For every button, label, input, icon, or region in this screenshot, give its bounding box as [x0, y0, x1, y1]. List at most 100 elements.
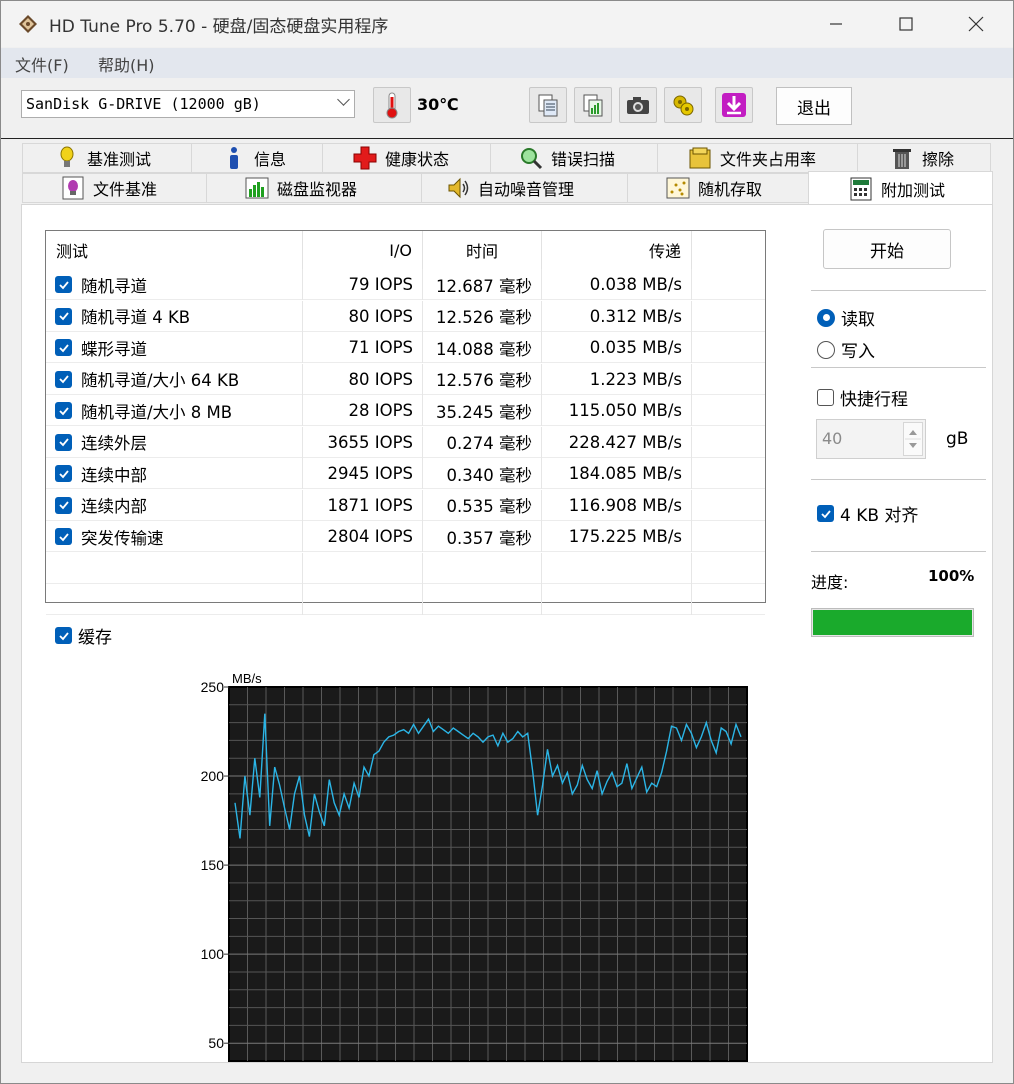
- read-radio[interactable]: 读取: [817, 305, 875, 330]
- copy-text-button[interactable]: [529, 87, 567, 123]
- test-name: 随机寻道/大小 8 MB: [81, 402, 233, 422]
- speaker-icon: [446, 176, 470, 200]
- tab-extra-tests[interactable]: 附加测试: [808, 171, 993, 205]
- checkbox-checked-icon[interactable]: [55, 370, 72, 388]
- tab-error-scan[interactable]: 错误扫描: [490, 143, 658, 173]
- stepper-arrows[interactable]: [903, 422, 923, 456]
- cell-empty: [303, 584, 423, 615]
- options-button[interactable]: [664, 87, 702, 123]
- cell-empty: [423, 552, 542, 584]
- short-stroke-value: 40: [822, 429, 843, 448]
- table-row[interactable]: 蝶形寻道 71 IOPS 14.088 毫秒 0.035 MB/s: [46, 332, 765, 363]
- test-name: 连续中部: [81, 465, 147, 485]
- menu-file[interactable]: 文件(F): [15, 52, 69, 76]
- cell-test: 连续中部: [46, 458, 303, 489]
- checkbox-checked-icon[interactable]: [55, 496, 72, 514]
- table-row[interactable]: 随机寻道/大小 64 KB 80 IOPS 12.576 毫秒 1.223 MB/s: [46, 363, 765, 395]
- results-table: 测试 I/O 时间 传递 随机寻道 79 IOPS 12.687 毫秒 0.038 M…: [45, 230, 766, 615]
- tab-health[interactable]: 健康状态: [322, 143, 491, 173]
- table-row: [46, 584, 765, 615]
- cell-io: 80 IOPS: [303, 363, 423, 395]
- cell-rate: 184.085 MB/s: [542, 458, 692, 489]
- checkbox-checked-icon[interactable]: [55, 402, 72, 419]
- short-stroke-stepper[interactable]: 40: [816, 419, 926, 459]
- column-header-time[interactable]: 时间: [423, 231, 542, 269]
- cell-empty: [46, 584, 303, 615]
- cell-io: 71 IOPS: [303, 332, 423, 363]
- stepper-up-down-icon: [905, 430, 921, 448]
- title-bar[interactable]: HD Tune Pro 5.70 - 硬盘/固态硬盘实用程序: [1, 1, 1013, 47]
- tab-label: 文件夹占用率: [720, 150, 817, 169]
- tab-info[interactable]: 信息: [191, 143, 323, 173]
- table-row[interactable]: 随机寻道 79 IOPS 12.687 毫秒 0.038 MB/s: [46, 269, 765, 300]
- progress-bar: [811, 608, 974, 637]
- table-row[interactable]: 连续中部 2945 IOPS 0.340 毫秒 184.085 MB/s: [46, 458, 765, 489]
- menu-help[interactable]: 帮助(H): [98, 52, 155, 76]
- short-stroke-checkbox[interactable]: 快捷行程: [817, 385, 908, 410]
- progress-label: 进度:: [811, 573, 849, 592]
- close-button[interactable]: [941, 1, 1011, 47]
- align-4kb-checkbox[interactable]: 4 KB 对齐: [817, 501, 918, 526]
- table-row[interactable]: 连续外层 3655 IOPS 0.274 毫秒 228.427 MB/s: [46, 426, 765, 458]
- cell-test: 连续内部: [46, 489, 303, 521]
- temperature-button[interactable]: [373, 87, 411, 123]
- transfer-rate-chart: 50 100 150 200 250 MB/s: [201, 671, 748, 1062]
- y-tick-label: 200: [201, 768, 225, 784]
- align-4kb-label: 4 KB 对齐: [840, 506, 919, 526]
- copy-screenshot-button[interactable]: [574, 87, 612, 123]
- y-tick-label: 250: [201, 679, 225, 695]
- column-header-io[interactable]: I/O: [303, 231, 423, 269]
- tab-label: 附加测试: [881, 180, 946, 200]
- cell-io: 3655 IOPS: [303, 426, 423, 458]
- write-label: 写入: [841, 342, 875, 362]
- magnifier-icon: [519, 146, 543, 170]
- copy-screenshot-icon: [583, 94, 603, 117]
- column-header-test[interactable]: 测试: [46, 231, 303, 269]
- tab-random-access[interactable]: 随机存取: [627, 173, 809, 203]
- cell-io: 1871 IOPS: [303, 489, 423, 521]
- start-button[interactable]: 开始: [823, 229, 951, 269]
- cell-test: 连续外层: [46, 426, 303, 458]
- cell-test: 随机寻道/大小 64 KB: [46, 363, 303, 395]
- minimize-button[interactable]: [801, 1, 871, 47]
- tab-acoustic-management[interactable]: 自动噪音管理: [421, 173, 628, 203]
- progress-percent: 100%: [928, 567, 975, 585]
- tab-folder-usage[interactable]: 文件夹占用率: [657, 143, 858, 173]
- test-name: 连续内部: [81, 497, 147, 516]
- tab-label: 信息: [254, 150, 287, 169]
- checkbox-checked-icon: [817, 505, 834, 522]
- checkbox-checked-icon[interactable]: [55, 528, 72, 545]
- divider: [811, 479, 986, 480]
- table-row[interactable]: 突发传输速 2804 IOPS 0.357 毫秒 175.225 MB/s: [46, 521, 765, 552]
- save-button[interactable]: [715, 87, 753, 123]
- checkbox-checked-icon[interactable]: [55, 433, 72, 451]
- exit-button[interactable]: 退出: [776, 87, 852, 125]
- tab-label: 基准测试: [87, 150, 152, 169]
- cache-checkbox[interactable]: 缓存: [55, 623, 112, 648]
- tab-erase[interactable]: 擦除: [857, 143, 991, 173]
- checkbox-checked-icon[interactable]: [55, 307, 72, 325]
- y-tick-label: 50: [208, 1035, 224, 1051]
- drive-select-value: SanDisk G-DRIVE (12000 gB): [26, 95, 261, 113]
- checkbox-checked-icon[interactable]: [55, 276, 72, 293]
- tab-file-benchmark[interactable]: 文件基准: [22, 173, 207, 203]
- cell-empty: [542, 584, 692, 615]
- tab-disk-monitor[interactable]: 磁盘监视器: [206, 173, 422, 203]
- table-row[interactable]: 随机寻道/大小 8 MB 28 IOPS 35.245 毫秒 115.050 MB/s: [46, 395, 765, 426]
- cell-io: 79 IOPS: [303, 269, 423, 300]
- drive-select[interactable]: SanDisk G-DRIVE (12000 gB): [21, 90, 355, 118]
- table-row[interactable]: 随机寻道 4 KB 80 IOPS 12.526 毫秒 0.312 MB/s: [46, 300, 765, 332]
- cell-test: 随机寻道: [46, 269, 303, 300]
- screenshot-button[interactable]: [619, 87, 657, 123]
- cell-empty: [303, 552, 423, 584]
- checkbox-checked-icon[interactable]: [55, 465, 72, 482]
- write-radio[interactable]: 写入: [817, 337, 875, 362]
- table-row[interactable]: 连续内部 1871 IOPS 0.535 毫秒 116.908 MB/s: [46, 489, 765, 521]
- maximize-button[interactable]: [871, 1, 941, 47]
- tab-benchmark[interactable]: 基准测试: [22, 143, 192, 173]
- cell-empty: [423, 584, 542, 615]
- toolbar: SanDisk G-DRIVE (12000 gB) 30℃ 退出: [1, 79, 1013, 137]
- bulb-icon: [55, 146, 79, 170]
- checkbox-checked-icon[interactable]: [55, 339, 72, 356]
- column-header-rate[interactable]: 传递: [542, 231, 692, 269]
